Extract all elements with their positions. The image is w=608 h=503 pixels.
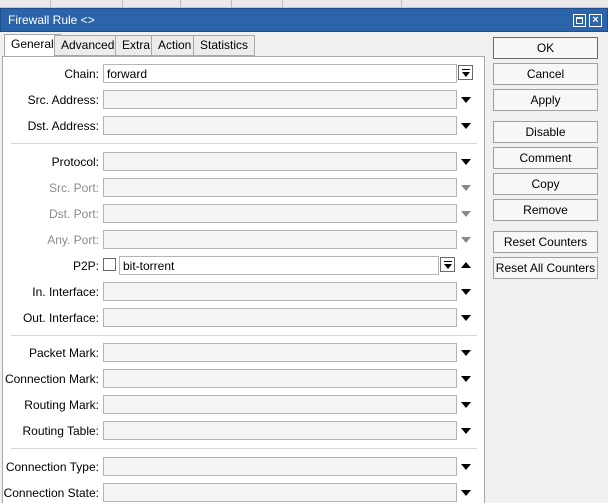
window-titlebar[interactable]: Firewall Rule <> × [0,8,608,32]
any-port-input [103,230,457,249]
routing-table-row: Routing Table: [3,421,486,441]
chain-value: forward [107,67,148,81]
p2p-input[interactable]: bit-torrent [119,256,439,275]
copy-button[interactable]: Copy [493,173,598,195]
protocol-label: Protocol: [51,155,99,169]
chevron-down-icon [444,264,452,269]
tab-general[interactable]: General [4,34,61,57]
out-interface-label: Out. Interface: [22,311,99,325]
section-divider [11,335,477,336]
chevron-down-icon [462,72,470,77]
background-window-strip [0,0,608,8]
chevron-up-icon[interactable] [461,262,471,268]
maximize-icon [576,17,583,24]
section-divider [11,143,477,144]
chevron-down-icon[interactable] [461,97,471,103]
routing-mark-input[interactable] [103,395,457,414]
dst-port-input [103,204,457,223]
connection-state-row: Connection State: [3,483,486,503]
chevron-down-icon[interactable] [461,376,471,382]
packet-mark-row: Packet Mark: [3,343,486,363]
chain-input[interactable]: forward [103,64,457,83]
disable-button[interactable]: Disable [493,121,598,143]
any-port-row: Any. Port: [3,230,486,250]
p2p-label: P2P: [72,259,99,273]
in-interface-input[interactable] [103,282,457,301]
apply-button[interactable]: Apply [493,89,598,111]
close-button[interactable]: × [589,14,602,27]
chain-label: Chain: [64,67,99,81]
chevron-down-icon[interactable] [461,428,471,434]
packet-mark-label: Packet Mark: [28,346,99,360]
chevron-down-icon[interactable] [461,490,471,496]
connection-mark-input[interactable] [103,369,457,388]
routing-table-label: Routing Table: [22,424,100,438]
reset-counters-button[interactable]: Reset Counters [493,231,598,253]
p2p-row: P2P: bit-torrent [3,256,486,276]
tab-advanced[interactable]: Advanced [54,35,122,56]
cancel-button[interactable]: Cancel [493,63,598,85]
dropdown-bar-icon [444,261,452,262]
p2p-negate-checkbox[interactable] [103,258,116,271]
chevron-down-icon[interactable] [461,402,471,408]
close-icon: × [592,14,599,26]
remove-button[interactable]: Remove [493,199,598,221]
out-interface-input[interactable] [103,308,457,327]
src-address-label: Src. Address: [27,93,99,107]
connection-type-label: Connection Type: [5,460,99,474]
window-title: Firewall Rule <> [8,13,95,27]
reset-all-counters-button[interactable]: Reset All Counters [493,257,598,279]
chevron-down-icon[interactable] [461,315,471,321]
packet-mark-input[interactable] [103,343,457,362]
src-address-row: Src. Address: [3,90,486,110]
any-port-label: Any. Port: [47,233,99,247]
chain-dropdown-button[interactable] [458,65,473,80]
in-interface-row: In. Interface: [3,282,486,302]
section-divider [11,448,477,449]
in-interface-label: In. Interface: [32,285,99,299]
connection-state-label: Connection State: [3,486,99,500]
chevron-down-icon[interactable] [461,159,471,165]
protocol-row: Protocol: [3,152,486,172]
dst-address-label: Dst. Address: [27,119,99,133]
chevron-down-icon[interactable] [461,350,471,356]
src-port-row: Src. Port: [3,178,486,198]
src-port-label: Src. Port: [48,181,99,195]
chevron-down-icon[interactable] [461,464,471,470]
routing-mark-row: Routing Mark: [3,395,486,415]
dst-address-input[interactable] [103,116,457,135]
chain-row: Chain: forward [3,64,486,84]
p2p-value: bit-torrent [123,259,175,273]
comment-button[interactable]: Comment [493,147,598,169]
maximize-button[interactable] [573,14,586,27]
dst-port-label: Dst. Port: [48,207,99,221]
connection-state-input[interactable] [103,483,457,502]
ok-button[interactable]: OK [493,37,598,59]
dropdown-bar-icon [462,69,470,70]
connection-mark-row: Connection Mark: [3,369,486,389]
connection-mark-label: Connection Mark: [4,372,99,386]
chevron-down-icon [461,237,471,243]
chevron-down-icon [461,211,471,217]
dst-port-row: Dst. Port: [3,204,486,224]
general-tab-panel: Chain: forward Src. Address: Dst. Addres… [2,56,485,503]
chevron-down-icon[interactable] [461,123,471,129]
out-interface-row: Out. Interface: [3,308,486,328]
connection-type-row: Connection Type: [3,457,486,477]
chevron-down-icon[interactable] [461,289,471,295]
dst-address-row: Dst. Address: [3,116,486,136]
tab-statistics[interactable]: Statistics [193,35,256,56]
tab-action[interactable]: Action [151,35,199,56]
chevron-down-icon [461,185,471,191]
connection-type-input[interactable] [103,457,457,476]
protocol-input[interactable] [103,152,457,171]
routing-table-input[interactable] [103,421,457,440]
src-address-input[interactable] [103,90,457,109]
p2p-dropdown-button[interactable] [440,257,455,272]
src-port-input [103,178,457,197]
routing-mark-label: Routing Mark: [24,398,99,412]
